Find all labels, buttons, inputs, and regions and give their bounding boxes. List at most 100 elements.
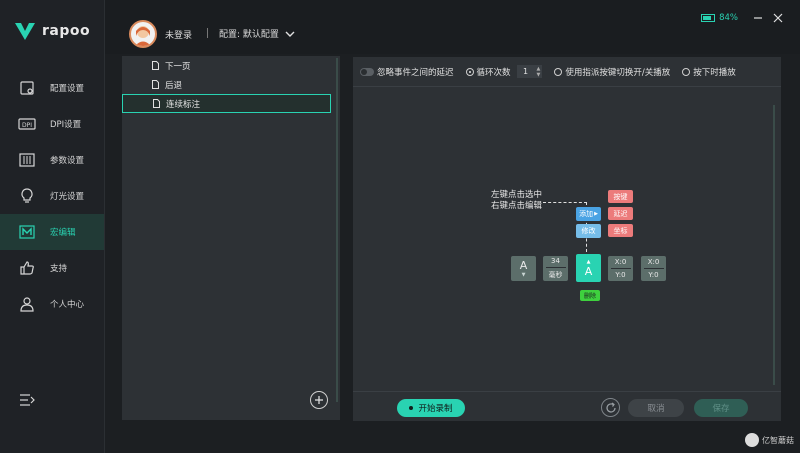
macro-icon [18,223,36,241]
coord-y: Y:0 [615,271,626,279]
editor-footer: 开始录制 取消 保存 [353,391,781,421]
divider [643,268,664,269]
sidebar: rapoo 配置设置 DPI DPI设置 参数设置 灯光设置 宏编辑 支持 个人… [0,0,105,453]
coord-event[interactable]: X:0 Y:0 [608,256,633,281]
hold-play-radio[interactable] [682,67,691,76]
cancel-button[interactable]: 取消 [628,399,684,417]
sidebar-item-support[interactable]: 支持 [0,250,104,286]
config-label: 配置: 默认配置 [219,30,279,40]
sidebar-item-label: 配置设置 [50,84,85,94]
avatar-icon [135,26,151,46]
user-icon [18,295,36,313]
play-arrow-icon: ▶ [594,211,598,217]
loop-radio[interactable] [465,67,474,76]
macro-list-panel: 下一页 后退 连续标注 [122,56,340,420]
delay-event[interactable]: 34 毫秒 [543,256,568,281]
rapoo-v-logo-icon [15,23,35,40]
list-item-label: 后退 [165,80,183,91]
loop-count-value[interactable]: 1 [517,67,535,76]
battery-percent: 84% [719,13,738,23]
sidebar-item-label: 支持 [50,264,68,274]
dpi-icon: DPI [18,115,36,133]
record-dot-icon [409,406,414,410]
config-dropdown[interactable]: 配置: 默认配置 [219,27,295,40]
key-up-event[interactable]: ▲ A [576,254,601,282]
key-down-event[interactable]: A ▼ [511,256,536,281]
sidebar-item-params[interactable]: 参数设置 [0,142,104,178]
start-record-button[interactable]: 开始录制 [397,399,465,417]
edit-hint: 左键点击选中 右键点击编辑 [491,190,542,212]
insert-coord-button[interactable]: 坐标 [608,224,633,237]
ignore-delay-label: 忽略事件之间的延迟 [377,67,454,78]
list-item[interactable]: 下一页 [122,56,340,75]
loop-count-stepper[interactable]: 1 ▲ ▼ [516,65,543,78]
hint-line: 右键点击编辑 [491,201,543,211]
ignore-delay-toggle[interactable]: 忽略事件之间的延迟 [360,66,454,78]
battery-icon [701,14,716,22]
toggle-play-option[interactable]: 使用指派按键切换开/关播放 [554,66,670,78]
minimize-button[interactable] [752,12,764,24]
sidebar-item-light[interactable]: 灯光设置 [0,178,104,214]
watermark-text: 亿智蘑菇 [762,435,794,445]
hold-play-option[interactable]: 按下时播放 [682,66,736,78]
coord-event[interactable]: X:0 Y:0 [641,256,666,281]
delete-event-button[interactable]: 删除 [580,290,600,301]
delay-unit: 毫秒 [548,271,563,279]
refresh-icon [605,402,616,413]
add-label: 添加 [579,210,594,218]
light-icon [18,187,36,205]
toggle-play-radio[interactable] [554,67,563,76]
hold-play-label: 按下时播放 [693,67,736,78]
sidebar-item-label: 参数设置 [50,156,85,166]
sidebar-item-config[interactable]: 配置设置 [0,70,104,106]
edit-event-button[interactable]: 修改 [576,224,601,238]
list-scrollbar[interactable] [336,58,338,402]
battery-status: 84% [701,13,738,23]
event-key: A [519,259,528,272]
avatar[interactable] [129,20,157,48]
reset-button[interactable] [601,398,620,417]
insert-delay-button[interactable]: 延迟 [608,207,633,220]
sidebar-item-label: 灯光设置 [50,192,85,202]
hint-line: 左键点击选中 [491,190,543,200]
coord-x: X:0 [614,258,627,266]
sidebar-item-macro[interactable]: 宏编辑 [0,214,104,250]
battery-level-fill [703,16,712,20]
menu-collapse-icon [20,394,35,406]
rapoo-logo: rapoo [14,20,90,42]
stepper-arrows-icon[interactable]: ▲ ▼ [535,66,543,78]
toggle-switch[interactable] [360,67,374,76]
list-item[interactable]: 后退 [122,75,340,94]
list-item-label: 下一页 [165,61,191,72]
add-macro-button[interactable] [310,391,328,409]
header: 未登录 配置: 默认配置 84% [105,0,800,54]
loop-label: 循环次数 [476,67,511,78]
plus-icon [315,396,323,404]
loop-option[interactable]: 循环次数 1 ▲ ▼ [465,65,543,78]
document-icon [153,99,160,108]
sidebar-item-user[interactable]: 个人中心 [0,286,104,322]
sidebar-item-label: 个人中心 [50,300,85,310]
list-item-selected[interactable]: 连续标注 [122,94,331,113]
insert-key-button[interactable]: 按键 [608,190,633,203]
params-icon [18,151,36,169]
thumbs-up-icon [18,259,36,277]
close-icon [773,13,783,23]
event-key: A [584,264,593,278]
sidebar-item-label: 宏编辑 [50,228,76,238]
header-divider [207,28,208,38]
close-button[interactable] [772,12,784,24]
editor-toolbar: 忽略事件之间的延迟 循环次数 1 ▲ ▼ 使用指派按键切换开/关播放 按下时播放 [353,57,781,87]
collapse-menu-button[interactable] [18,391,36,409]
canvas-scrollbar[interactable] [773,105,775,385]
save-button[interactable]: 保存 [694,399,748,417]
config-icon [18,79,36,97]
add-event-button[interactable]: 添加 ▶ [576,207,601,221]
divider [610,268,631,269]
sidebar-item-label: DPI设置 [50,120,82,130]
sidebar-item-dpi[interactable]: DPI DPI设置 [0,106,104,142]
watermark-badge: 亿智蘑菇 [745,433,794,447]
toggle-play-label: 使用指派按键切换开/关播放 [565,67,671,78]
chevron-down-icon [285,31,295,37]
user-name[interactable]: 未登录 [165,28,192,41]
